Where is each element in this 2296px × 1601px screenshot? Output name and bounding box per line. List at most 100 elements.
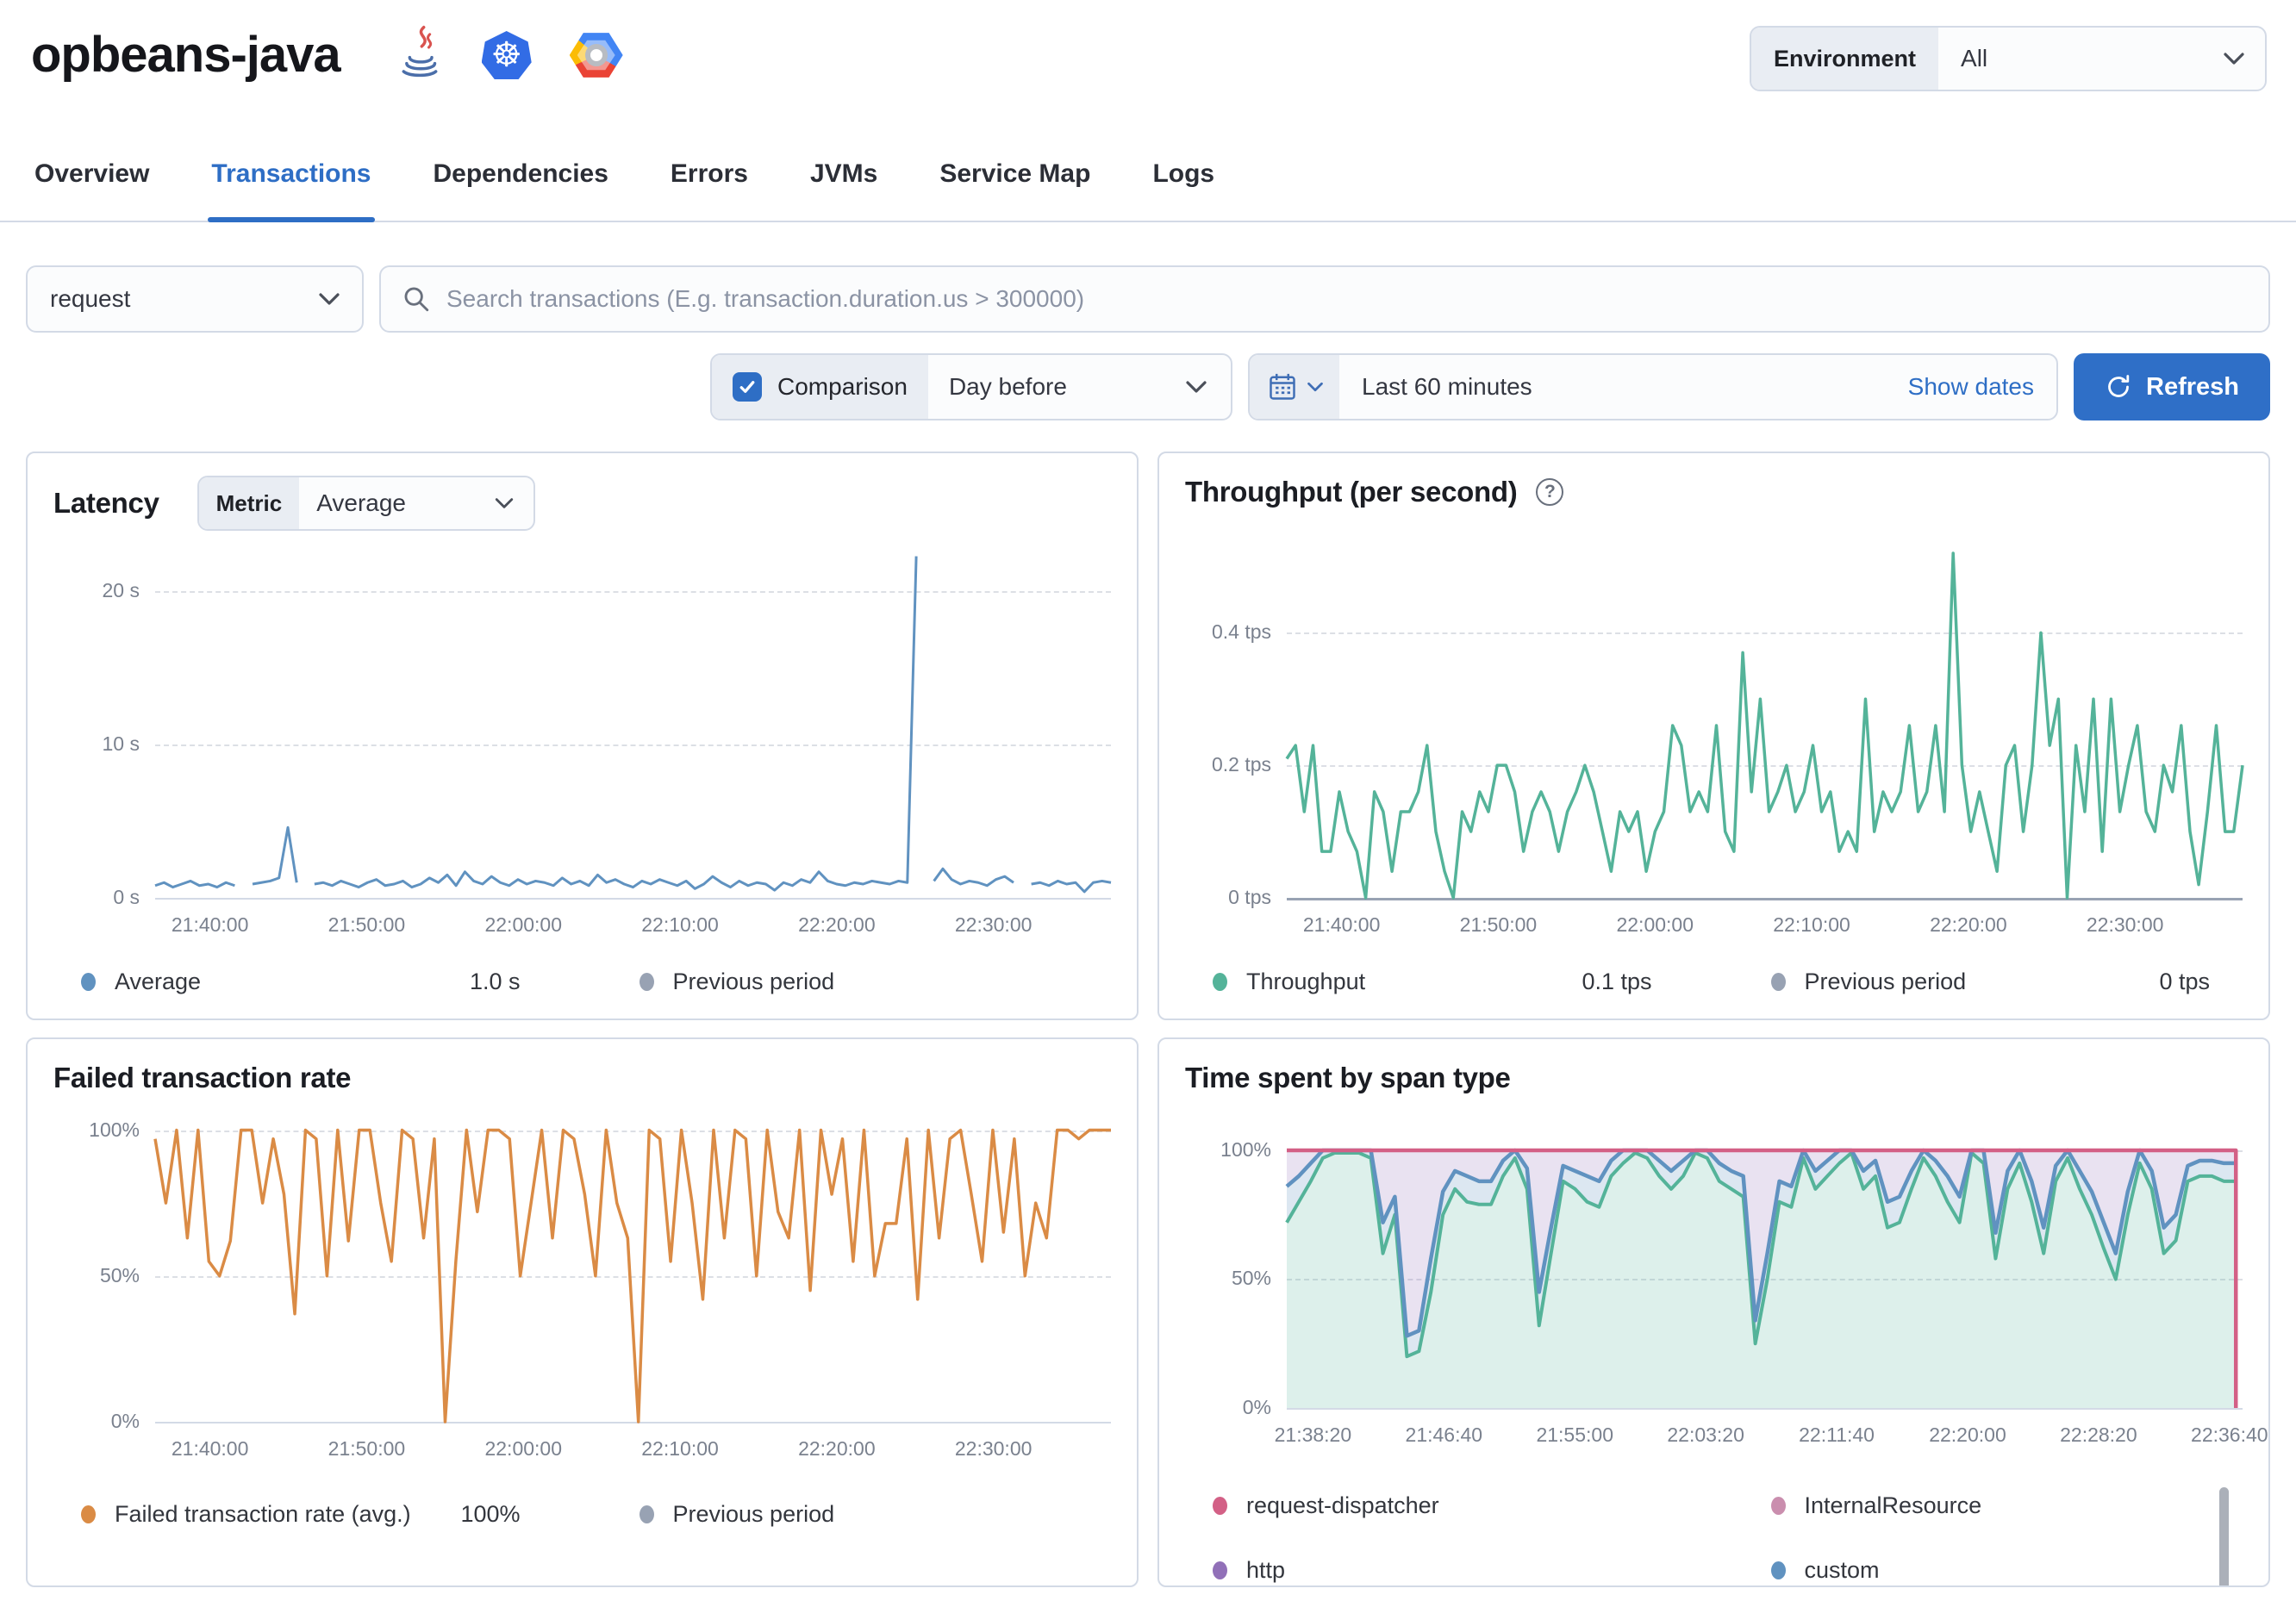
legend-item[interactable]: InternalResource: [1770, 1492, 2235, 1519]
tech-icons: ☸: [396, 25, 623, 86]
legend-item[interactable]: Previous period: [639, 969, 1103, 995]
search-icon: [404, 287, 429, 312]
y-axis-label: 0%: [1242, 1396, 1271, 1418]
throughput-legend: Throughput 0.1 tps Previous period 0 tps: [1185, 969, 2243, 995]
legend-item[interactable]: Previous period: [639, 1501, 1103, 1528]
chart-canvas: [155, 1118, 1111, 1422]
x-axis-label: 22:11:40: [1799, 1423, 1875, 1446]
legend-label: http: [1246, 1557, 1286, 1583]
latency-panel: Latency Metric Average 0 s 10 s 20 s 21:40:…: [26, 452, 1139, 1020]
latency-metric-select[interactable]: Metric Average: [197, 476, 535, 531]
latency-average-line: [1032, 881, 1111, 891]
x-axis-label: 21:55:00: [1536, 1423, 1613, 1446]
legend-label: Failed transaction rate (avg.): [115, 1501, 411, 1527]
legend-scrollbar[interactable]: [2219, 1487, 2229, 1585]
legend-dot: [639, 973, 654, 991]
tab-dependencies[interactable]: Dependencies: [430, 157, 612, 221]
comparison-checkbox[interactable]: [733, 372, 762, 402]
latency-title: Latency: [53, 487, 159, 519]
x-axis-label: 22:10:00: [1773, 913, 1850, 936]
tab-errors[interactable]: Errors: [667, 157, 752, 221]
x-axis-label: 22:00:00: [1616, 913, 1694, 936]
tab-jvms[interactable]: JVMs: [807, 157, 881, 221]
legend-dot: [81, 1505, 96, 1523]
java-icon: [396, 25, 444, 86]
x-axis-label: 21:50:00: [328, 1437, 406, 1460]
x-axis-label: 22:30:00: [954, 913, 1033, 936]
legend-item[interactable]: Failed transaction rate (avg.) 100%: [81, 1501, 545, 1528]
x-axis-label: 21:46:40: [1405, 1423, 1483, 1446]
span-type-title: Time spent by span type: [1185, 1062, 1511, 1093]
tab-overview[interactable]: Overview: [31, 157, 153, 221]
y-axis-label: 50%: [99, 1263, 140, 1286]
environment-value: All: [1961, 45, 1988, 72]
latency-average-line: [155, 881, 234, 887]
help-icon[interactable]: ?: [1536, 478, 1564, 506]
x-axis-label: 22:00:00: [484, 1437, 562, 1460]
failed-rate-chart: 0% 50% 100% 21:40:00 21:50:00 22:00:00 22:10:0…: [53, 1118, 1111, 1467]
page-header: opbeans-java ☸ Environment All: [0, 0, 2296, 91]
transaction-type-select[interactable]: request: [26, 265, 364, 333]
span-type-panel: Time spent by span type 0% 50% 100% 21:38:2…: [1157, 1037, 2270, 1587]
legend-item[interactable]: request-dispatcher: [1213, 1492, 1676, 1519]
environment-select[interactable]: Environment All: [1750, 26, 2267, 91]
y-axis-label: 100%: [89, 1118, 140, 1141]
x-axis-label: 22:20:00: [1929, 1423, 2006, 1446]
x-axis-label: 22:30:00: [2086, 913, 2164, 936]
x-axis-label: 22:10:00: [641, 913, 719, 936]
legend-value: 1.0 s: [469, 969, 521, 994]
chevron-down-icon: [495, 498, 513, 508]
calendar-icon: [1270, 373, 1295, 400]
chart-canvas: [1287, 553, 2243, 898]
legend-dot: [1213, 973, 1227, 991]
chart-canvas: [155, 553, 1111, 898]
search-input[interactable]: [446, 285, 2248, 313]
transaction-type-value: request: [50, 285, 131, 312]
comparison-group: Comparison Day before: [710, 353, 1232, 420]
date-quick-select-button[interactable]: [1250, 355, 1339, 419]
legend-label: request-dispatcher: [1246, 1492, 1439, 1518]
refresh-button[interactable]: Refresh: [2074, 353, 2270, 420]
x-axis-label: 22:20:00: [1930, 913, 2007, 936]
filters-bar: request Comparison Day before: [0, 265, 2296, 420]
legend-item[interactable]: http: [1213, 1557, 1676, 1584]
failed-rate-panel: Failed transaction rate 0% 50% 100% 21:40:0…: [26, 1037, 1139, 1587]
legend-item[interactable]: Throughput 0.1 tps: [1213, 969, 1676, 995]
kubernetes-icon: ☸: [481, 31, 532, 79]
legend-value: 0 tps: [2159, 969, 2210, 994]
x-axis-label: 22:10:00: [641, 1437, 719, 1460]
legend-label: Average: [115, 969, 202, 994]
span-type-chart: 0% 50% 100% 21:38:20 21:46:40 21:55:00 22:03:2…: [1185, 1138, 2268, 1453]
legend-item[interactable]: Average 1.0 s: [81, 969, 545, 995]
comparison-value: Day before: [948, 373, 1067, 400]
metric-value: Average: [316, 489, 406, 516]
search-transactions-bar: [379, 265, 2270, 333]
comparison-select[interactable]: Day before: [928, 355, 1231, 419]
tab-service-map[interactable]: Service Map: [936, 157, 1094, 221]
chevron-down-icon: [1307, 382, 1323, 392]
comparison-label: Comparison: [777, 373, 908, 400]
legend-label: Previous period: [672, 969, 835, 994]
tab-transactions[interactable]: Transactions: [208, 157, 375, 222]
x-axis-label: 22:36:40: [2191, 1423, 2268, 1446]
legend-dot: [1770, 973, 1786, 991]
x-axis-label: 22:20:00: [798, 1437, 876, 1460]
date-picker-group: Last 60 minutes Show dates: [1248, 353, 2058, 420]
latency-chart: 0 s 10 s 20 s 21:40:00 21:50:00 22:00:00 22:10…: [53, 553, 1111, 943]
x-axis-label: 22:00:00: [484, 913, 562, 936]
legend-item[interactable]: Previous period 0 tps: [1770, 969, 2235, 995]
latency-average-line: [315, 557, 916, 891]
time-range-value: Last 60 minutes: [1362, 373, 1532, 400]
throughput-title: Throughput (per second): [1185, 476, 1518, 508]
chevron-down-icon: [1186, 381, 1207, 393]
show-dates-link[interactable]: Show dates: [1908, 373, 2034, 401]
tab-logs[interactable]: Logs: [1149, 157, 1218, 221]
service-title: opbeans-java: [31, 27, 341, 83]
service-tabs: Overview Transactions Dependencies Error…: [0, 157, 2296, 222]
throughput-panel: Throughput (per second) ? 0 tps 0.2 tps 0.…: [1157, 452, 2270, 1020]
legend-item[interactable]: custom: [1770, 1557, 2235, 1584]
failed-rate-title: Failed transaction rate: [53, 1062, 352, 1093]
y-axis-label: 10 s: [102, 732, 140, 756]
legend-label: Previous period: [1804, 969, 1967, 994]
time-range-field[interactable]: Last 60 minutes Show dates: [1339, 355, 2056, 419]
